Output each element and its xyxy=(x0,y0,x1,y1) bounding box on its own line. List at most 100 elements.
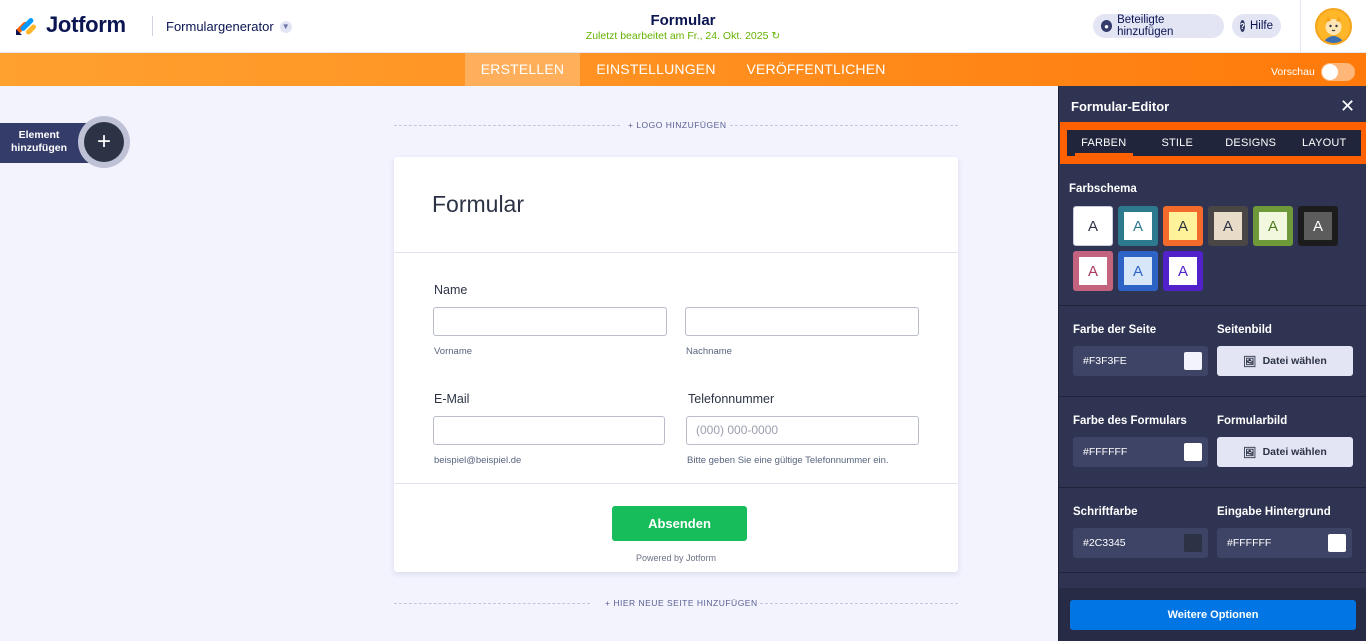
color-scheme-title: Farbschema xyxy=(1069,183,1137,195)
tab-designs[interactable]: DESIGNS xyxy=(1214,130,1288,156)
color-scheme-swatch[interactable]: A xyxy=(1298,206,1338,246)
input-background-input[interactable]: #FFFFFF xyxy=(1217,528,1352,558)
choose-file-label: Datei wählen xyxy=(1262,446,1327,458)
avatar-area xyxy=(1300,0,1366,53)
color-scheme-swatch[interactable]: A xyxy=(1163,251,1203,291)
tab-layout[interactable]: LAYOUT xyxy=(1288,130,1362,156)
more-options-button[interactable]: Weitere Optionen xyxy=(1070,600,1356,630)
swatch-letter: A xyxy=(1079,212,1107,240)
add-participants-button[interactable]: ● Beteiligte hinzufügen xyxy=(1093,14,1224,38)
form-heading[interactable]: Formular xyxy=(432,191,524,218)
phone-input[interactable]: (000) 000-0000 xyxy=(686,416,919,445)
form-header[interactable]: Formular xyxy=(394,157,958,253)
plus-icon: + xyxy=(84,122,124,162)
phone-sublabel: Bitte geben Sie eine gültige Telefonnumm… xyxy=(687,455,889,466)
help-icon: ? xyxy=(1240,20,1245,32)
panel-divider xyxy=(1059,396,1366,397)
form-image-button[interactable]: 🖼 Datei wählen xyxy=(1217,437,1353,467)
input-background-label: Eingabe Hintergrund xyxy=(1217,506,1331,518)
page-color-swatch[interactable] xyxy=(1184,352,1202,370)
avatar[interactable] xyxy=(1315,8,1352,45)
form-card: Formular Name Vorname Nachname E-Mail be… xyxy=(394,157,958,572)
swatch-letter: A xyxy=(1124,257,1152,285)
email-input[interactable] xyxy=(433,416,665,445)
font-color-input[interactable]: #2C3345 xyxy=(1073,528,1208,558)
first-name-input[interactable] xyxy=(433,307,667,336)
add-participants-label: Beteiligte hinzufügen xyxy=(1117,14,1174,38)
form-color-swatch[interactable] xyxy=(1184,443,1202,461)
email-sublabel: beispiel@beispiel.de xyxy=(434,455,522,466)
color-scheme-swatch[interactable]: A xyxy=(1073,206,1113,246)
logo-divider-left xyxy=(394,125,620,126)
phone-label: Telefonnummer xyxy=(688,392,775,406)
swatch-letter: A xyxy=(1124,212,1152,240)
panel-divider xyxy=(1059,487,1366,488)
email-label: E-Mail xyxy=(434,392,470,406)
choose-file-label: Datei wählen xyxy=(1262,355,1327,367)
tab-erstellen[interactable]: ERSTELLEN xyxy=(465,53,580,86)
builder-nav: ERSTELLEN EINSTELLUNGEN VERÖFFENTLICHEN … xyxy=(0,53,1366,86)
form-color-value: #FFFFFF xyxy=(1083,446,1128,458)
add-element-label: Element hinzufügen xyxy=(11,129,67,154)
swatch-letter: A xyxy=(1169,257,1197,285)
panel-tabs-frame: FARBEN STILE DESIGNS LAYOUT xyxy=(1060,122,1366,164)
swatch-letter: A xyxy=(1169,212,1197,240)
history-icon[interactable]: ↻ xyxy=(771,30,780,42)
swatch-letter: A xyxy=(1259,212,1287,240)
panel-divider xyxy=(1059,305,1366,306)
close-icon[interactable]: ✕ xyxy=(1340,96,1355,117)
font-color-value: #2C3345 xyxy=(1083,537,1126,549)
color-scheme-swatch[interactable]: A xyxy=(1208,206,1248,246)
color-scheme-swatch[interactable]: A xyxy=(1073,251,1113,291)
form-image-label: Formularbild xyxy=(1217,415,1288,427)
font-color-swatch[interactable] xyxy=(1184,534,1202,552)
name-label: Name xyxy=(434,283,468,297)
help-label: Hilfe xyxy=(1249,20,1273,32)
image-upload-icon: 🖼 xyxy=(1243,355,1257,368)
page-color-label: Farbe der Seite xyxy=(1073,324,1157,336)
last-edited-text: Zuletzt bearbeitet am Fr., 24. Okt. 2025 xyxy=(585,30,769,42)
page-divider-left xyxy=(394,603,590,604)
font-color-label: Schriftfarbe xyxy=(1073,506,1138,518)
input-background-swatch[interactable] xyxy=(1328,534,1346,552)
color-scheme-swatch[interactable]: A xyxy=(1253,206,1293,246)
add-page-link[interactable]: + HIER NEUE SEITE HINZUFÜGEN xyxy=(605,598,758,608)
color-scheme-swatch[interactable]: A xyxy=(1163,206,1203,246)
tab-farben[interactable]: FARBEN xyxy=(1067,130,1141,156)
form-color-label: Farbe des Formulars xyxy=(1073,415,1187,427)
panel-tabs: FARBEN STILE DESIGNS LAYOUT xyxy=(1067,130,1361,156)
add-element-circle[interactable]: + xyxy=(78,116,130,168)
avatar-cat-icon xyxy=(1317,10,1350,43)
input-background-value: #FFFFFF xyxy=(1227,537,1272,549)
top-header: Jotform Formulargenerator ▼ Formular Zul… xyxy=(0,0,1366,53)
page-image-label: Seitenbild xyxy=(1217,324,1272,336)
image-upload-icon: 🖼 xyxy=(1243,446,1257,459)
preview-toggle[interactable] xyxy=(1320,63,1355,81)
form-footer-divider xyxy=(394,483,958,484)
add-logo-link[interactable]: + LOGO HINZUFÜGEN xyxy=(628,120,726,130)
help-button[interactable]: ? Hilfe xyxy=(1232,14,1281,38)
tab-einstellungen[interactable]: EINSTELLUNGEN xyxy=(590,53,722,86)
swatch-letter: A xyxy=(1214,212,1242,240)
form-editor-panel: Formular-Editor ✕ FARBEN STILE DESIGNS L… xyxy=(1058,86,1366,641)
preview-toggle-group: Vorschau xyxy=(1271,63,1355,81)
swatch-letter: A xyxy=(1304,212,1332,240)
swatch-letter: A xyxy=(1079,257,1107,285)
page-divider-right xyxy=(760,603,958,604)
page-color-input[interactable]: #F3F3FE xyxy=(1073,346,1208,376)
panel-divider xyxy=(1059,572,1366,573)
submit-button[interactable]: Absenden xyxy=(612,506,747,541)
page-image-button[interactable]: 🖼 Datei wählen xyxy=(1217,346,1353,376)
user-icon: ● xyxy=(1101,20,1113,32)
form-color-input[interactable]: #FFFFFF xyxy=(1073,437,1208,467)
logo-divider-right xyxy=(730,125,958,126)
color-scheme-swatch[interactable]: A xyxy=(1118,206,1158,246)
last-name-input[interactable] xyxy=(685,307,919,336)
last-name-sublabel: Nachname xyxy=(686,346,732,357)
tab-stile[interactable]: STILE xyxy=(1141,130,1215,156)
color-scheme-swatch[interactable]: A xyxy=(1118,251,1158,291)
panel-title: Formular-Editor xyxy=(1071,99,1170,114)
tab-veroeffentlichen[interactable]: VERÖFFENTLICHEN xyxy=(740,53,892,86)
powered-by: Powered by Jotform xyxy=(635,553,717,563)
page-color-value: #F3F3FE xyxy=(1083,355,1127,367)
